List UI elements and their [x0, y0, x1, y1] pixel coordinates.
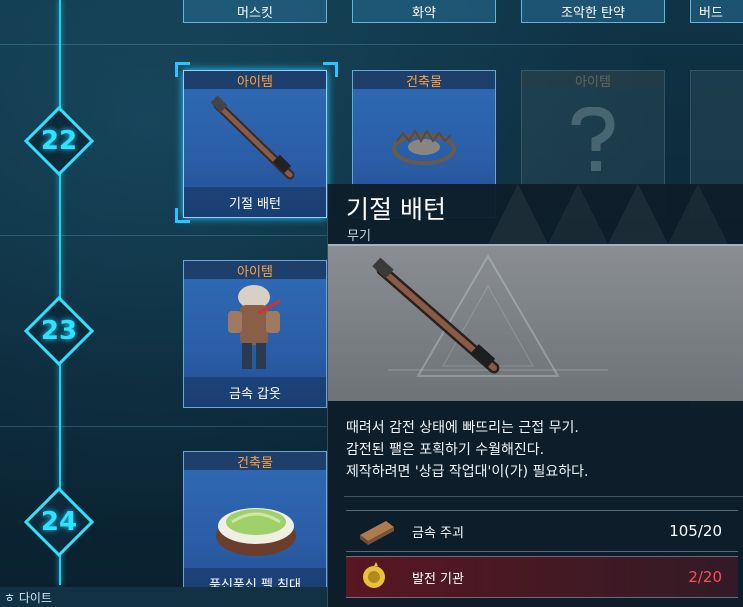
materials-divider	[344, 496, 743, 497]
recipe-crude-ammo-button[interactable]: 조악한 탄약	[521, 0, 665, 23]
metal-ingot-icon	[360, 521, 394, 545]
card-item-name: 기절 배턴	[184, 187, 326, 217]
tooltip-description: 때려서 감전 상태에 빠뜨리는 근접 무기. 감전된 팰은 포획하기 수월해진다…	[346, 417, 589, 483]
recipe-card-metal-armor[interactable]: 아이템 금속 갑옷	[183, 260, 327, 408]
level-badge-22: 22	[24, 106, 94, 176]
tooltip-category: 무기	[347, 229, 371, 244]
card-type-tag: 건축물	[184, 452, 326, 471]
material-row-power-generator: 발전 기관 2/20	[346, 556, 738, 598]
selection-corner	[175, 208, 190, 223]
material-name: 발전 기관	[412, 571, 464, 587]
description-line: 감전된 팰은 포획하기 수월해진다.	[346, 442, 545, 458]
material-name: 금속 주괴	[412, 525, 464, 541]
selection-corner	[175, 62, 190, 77]
recipe-card-pal-bed[interactable]: 건축물 푹신푹신 펠 침대	[183, 451, 327, 599]
metal-armor-icon	[228, 285, 281, 369]
card-item-name: 금속 갑옷	[184, 377, 326, 407]
level-badge-23: 23	[24, 296, 94, 366]
question-mark-icon	[571, 107, 615, 171]
description-line: 때려서 감전 상태에 빠뜨리는 근접 무기.	[346, 420, 579, 436]
level-badge-24: 24	[24, 487, 94, 557]
material-count: 2/20	[688, 568, 722, 586]
stun-baton-preview-icon	[372, 258, 500, 374]
card-type-tag: 아이템	[522, 71, 664, 90]
card-type-tag: 아이템	[184, 71, 326, 90]
power-generator-icon	[363, 562, 385, 588]
description-line: 제작하려면 '상급 작업대'이(가) 필요하다.	[346, 464, 589, 480]
item-tooltip-panel: 기절 배턴 무기 때려서 감전 상태에 빠뜨리는 근접 무기. 감전된 팰은 포…	[327, 184, 743, 607]
material-count: 105/20	[669, 522, 722, 540]
stun-baton-icon	[210, 95, 295, 180]
header-pattern	[488, 184, 728, 244]
card-type-tag: 아이템	[184, 261, 326, 280]
recipe-partial-button[interactable]: 버드	[690, 0, 743, 23]
material-row-metal-ingot: 금속 주괴 105/20	[346, 510, 738, 552]
tooltip-title: 기절 배턴	[346, 195, 446, 224]
card-type-tag: 건축물	[353, 71, 495, 90]
recipe-gunpowder-button[interactable]: 화약	[352, 0, 496, 23]
trap-structure-icon	[392, 129, 456, 165]
item-preview	[328, 246, 743, 401]
recipe-card-stun-baton[interactable]: 아이템 기절 배턴	[183, 70, 327, 218]
row-divider	[0, 44, 743, 45]
pal-bed-icon	[216, 508, 296, 556]
recipe-musket-button[interactable]: 머스킷	[183, 0, 327, 23]
selection-corner	[323, 62, 338, 77]
bottom-hint-bar: ㅎ 다이트	[0, 587, 327, 607]
